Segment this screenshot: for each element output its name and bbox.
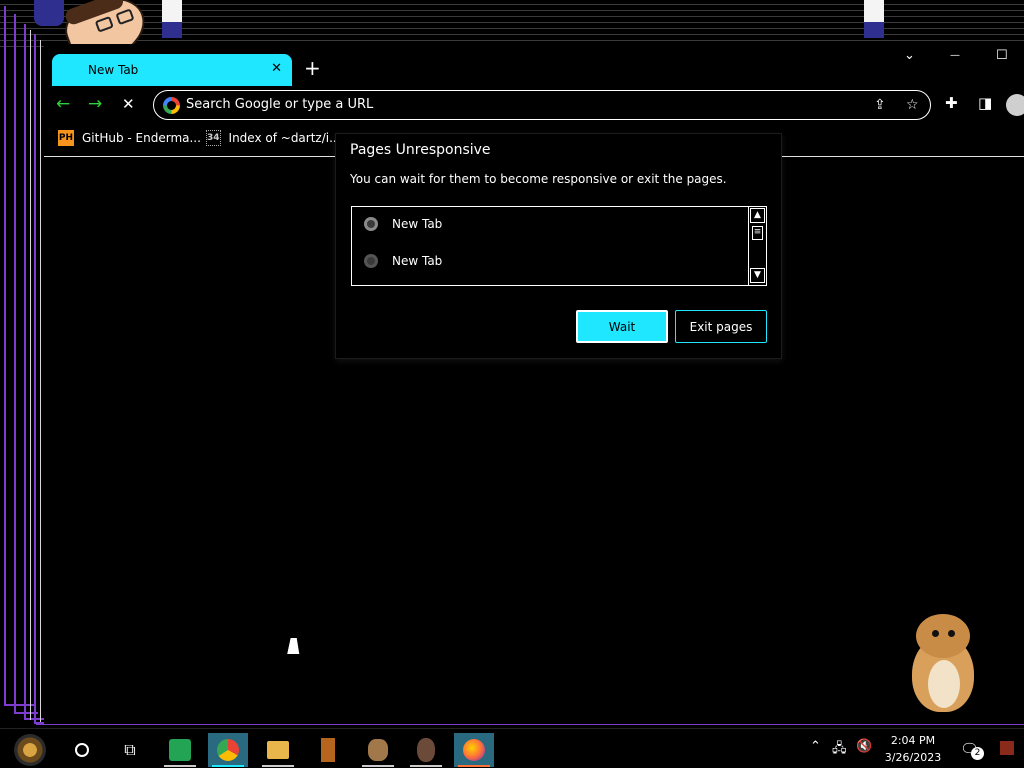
notification-count: 2 [971, 747, 984, 760]
address-bar-placeholder: Search Google or type a URL [186, 97, 374, 112]
minimize-icon[interactable]: — [950, 50, 960, 61]
list-item: New Tab [364, 217, 442, 231]
tab-title: New Tab [88, 63, 139, 77]
volume-muted-icon[interactable]: 🔇 [856, 739, 872, 754]
tab-strip: New Tab ✕ + ⌄ — ☐ [44, 44, 1024, 88]
taskbar: ⧉ ⌃ 🖧 🔇 2:04 PM 3/26/2023 🗨 2 [0, 728, 1024, 768]
scroll-thumb[interactable]: ≡ [752, 226, 763, 240]
notifications-button[interactable]: 🗨 2 [960, 739, 984, 761]
scroll-up-icon[interactable]: ▲ [750, 208, 765, 223]
window-edge [30, 30, 31, 720]
window-edge [40, 40, 41, 724]
wait-button[interactable]: Wait [576, 310, 668, 343]
toolbar: ← → ✕ Search Google or type a URL ⇪ ☆ ✚ … [44, 90, 1024, 120]
start-button[interactable] [10, 733, 50, 767]
globe-icon [364, 254, 378, 268]
cartoon-hand-image [34, 0, 64, 26]
bookmark-label: GitHub - Enderma... [82, 131, 201, 145]
taskbar-app[interactable] [258, 733, 298, 767]
taskbar-app-firefox[interactable] [454, 733, 494, 767]
search-button[interactable] [62, 733, 102, 767]
taskbar-app[interactable] [160, 733, 200, 767]
list-scrollbar[interactable]: ▲ ≡ ▼ [748, 207, 766, 285]
exit-pages-button[interactable]: Exit pages [675, 310, 767, 343]
bookmark-favicon-icon: PH [58, 130, 74, 146]
page-title: New Tab [392, 254, 443, 268]
bookmark-favicon-icon: 34 [206, 130, 221, 146]
show-desktop-icon[interactable] [1000, 741, 1014, 755]
clock-time: 2:04 PM [890, 734, 936, 747]
unresponsive-page-list: New Tab New Tab ▲ ≡ ▼ [351, 206, 767, 286]
bookmark-label: Index of ~dartz/i... [228, 131, 336, 145]
back-icon[interactable]: ← [56, 94, 70, 114]
task-view-icon: ⧉ [124, 740, 136, 759]
taskbar-app-chrome[interactable] [208, 733, 248, 767]
tab-close-icon[interactable]: ✕ [271, 61, 282, 76]
cartoon-figure-image [158, 0, 186, 40]
profile-avatar[interactable] [1006, 94, 1024, 116]
file-explorer-icon [267, 741, 289, 759]
task-view-button[interactable]: ⧉ [110, 733, 150, 767]
scroll-down-icon[interactable]: ▼ [750, 268, 765, 283]
taskbar-app[interactable] [308, 733, 348, 767]
clock[interactable]: 2:04 PM 3/26/2023 [878, 732, 948, 766]
hamster-image [906, 612, 978, 714]
side-panel-icon[interactable]: ◨ [978, 94, 992, 112]
chrome-icon [217, 739, 239, 761]
bookmark-star-icon[interactable]: ☆ [906, 97, 919, 113]
hamster-app-icon [368, 739, 388, 761]
share-icon[interactable]: ⇪ [874, 97, 886, 113]
bookmark-item[interactable]: 34 Index of ~dartz/i... [206, 130, 336, 146]
dialog-message: You can wait for them to become responsi… [350, 172, 727, 186]
pages-unresponsive-dialog: Pages Unresponsive You can wait for them… [335, 133, 782, 359]
taskbar-app[interactable] [406, 733, 446, 767]
tab-search-chevron-icon[interactable]: ⌄ [904, 48, 915, 63]
new-tab-icon[interactable]: + [304, 58, 321, 78]
maximize-icon[interactable]: ☐ [996, 48, 1008, 63]
firefox-icon [463, 739, 485, 761]
google-logo-icon [163, 97, 180, 114]
dialog-title: Pages Unresponsive [350, 142, 491, 158]
search-circle-icon [75, 743, 89, 757]
list-item: New Tab [364, 254, 442, 268]
bookmark-item[interactable]: PH GitHub - Enderma... [58, 130, 201, 146]
tab-new-tab[interactable]: New Tab ✕ [52, 54, 292, 86]
tray-overflow-icon[interactable]: ⌃ [810, 739, 821, 754]
chat-app-icon [169, 739, 191, 761]
cartoon-figure-image [860, 0, 888, 40]
page-title: New Tab [392, 217, 443, 231]
stop-loading-icon[interactable]: ✕ [122, 94, 135, 114]
app-icon [321, 738, 335, 762]
network-icon[interactable]: 🖧 [832, 739, 847, 761]
clock-date: 3/26/2023 [884, 751, 942, 764]
extensions-puzzle-icon[interactable]: ✚ [945, 94, 958, 112]
forward-icon[interactable]: → [88, 94, 102, 114]
portrait-app-icon [417, 738, 435, 762]
address-bar[interactable]: Search Google or type a URL ⇪ ☆ [153, 90, 931, 120]
start-gear-icon [14, 734, 46, 766]
globe-icon [364, 217, 378, 231]
taskbar-app[interactable] [358, 733, 398, 767]
